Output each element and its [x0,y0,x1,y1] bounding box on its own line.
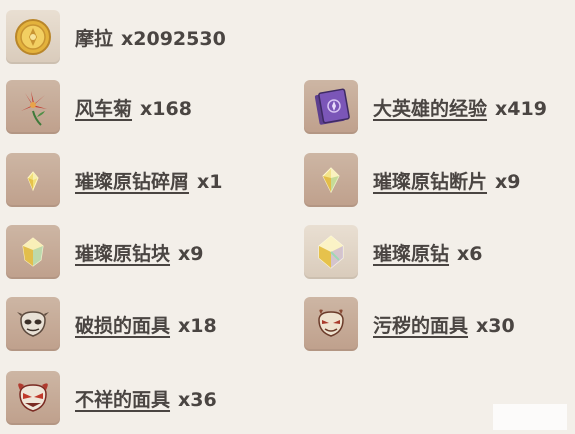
ominous-mask-icon [6,371,60,425]
item-quantity: x9 [178,242,204,265]
item-name[interactable]: 璀璨原钻块 [75,243,170,265]
item-quantity: x419 [495,97,547,120]
item-quantity: x2092530 [121,27,226,50]
list-item: 破损的面具 x18 [6,293,217,355]
gem-chunk-icon [6,225,60,279]
item-name[interactable]: 破损的面具 [75,315,170,337]
list-item: 璀璨原钻碎屑 x1 [6,149,223,211]
item-name[interactable]: 璀璨原钻 [373,243,449,265]
item-quantity: x18 [178,314,217,337]
item-name: 摩拉 [75,27,114,50]
stained-mask-icon [304,297,358,351]
watermark-patch [493,404,567,430]
list-item: 大英雄的经验 x419 [304,76,547,138]
item-name[interactable]: 璀璨原钻断片 [373,171,487,193]
item-quantity: x36 [178,388,217,411]
mora-coin-icon [6,10,60,64]
item-name[interactable]: 污秽的面具 [373,315,468,337]
gem-sliver-icon [6,153,60,207]
gemstone-icon [304,225,358,279]
item-quantity: x30 [476,314,515,337]
list-item: 摩拉 x2092530 [6,6,226,68]
item-quantity: x1 [197,170,223,193]
damaged-mask-icon [6,297,60,351]
list-item: 污秽的面具 x30 [304,293,515,355]
item-quantity: x168 [140,97,192,120]
item-quantity: x9 [495,170,521,193]
list-item: 璀璨原钻 x6 [304,221,483,283]
heros-wit-book-icon [304,80,358,134]
gem-fragment-icon [304,153,358,207]
item-quantity: x6 [457,242,483,265]
item-name[interactable]: 不祥的面具 [75,389,170,411]
item-name[interactable]: 璀璨原钻碎屑 [75,171,189,193]
windwheel-aster-icon [6,80,60,134]
list-item: 风车菊 x168 [6,76,192,138]
item-name[interactable]: 大英雄的经验 [373,98,487,120]
list-item: 璀璨原钻块 x9 [6,221,204,283]
list-item: 不祥的面具 x36 [6,367,217,429]
item-name[interactable]: 风车菊 [75,98,132,120]
list-item: 璀璨原钻断片 x9 [304,149,521,211]
